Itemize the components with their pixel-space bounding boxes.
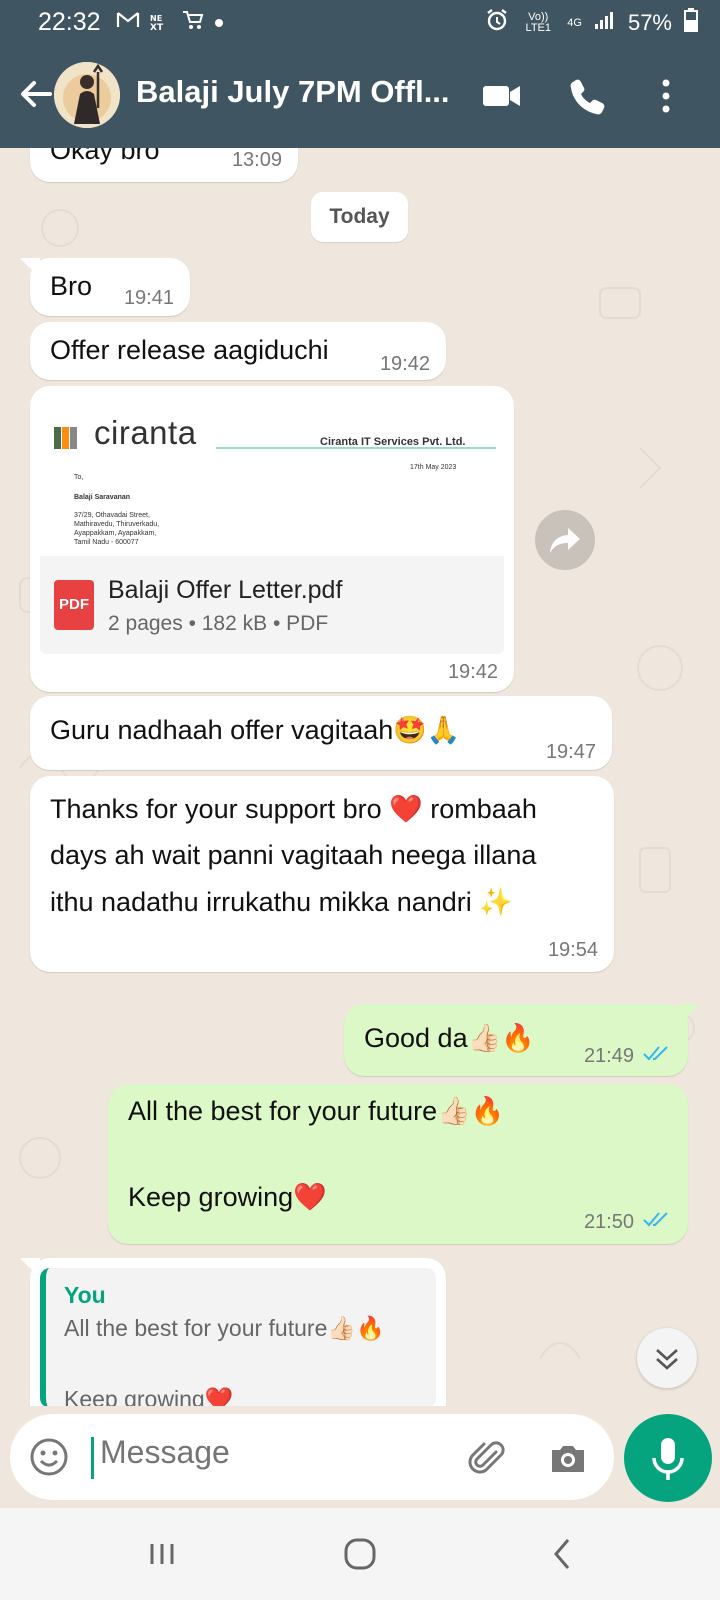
- chat-title[interactable]: Balaji July 7PM Offl...: [136, 74, 468, 110]
- message-time: 19:41: [123, 287, 174, 309]
- message-time: 19:42: [379, 353, 430, 375]
- chat-area[interactable]: Okay bro 13:09 Today Bro 19:41 Offer rel…: [0, 148, 720, 1406]
- message-text: Okay bro: [50, 148, 160, 165]
- message-time: 19:47: [545, 741, 596, 763]
- company-logo: ciranta: [94, 414, 197, 451]
- quoted-message[interactable]: You All the best for your future👍🏻🔥 Keep…: [40, 1268, 436, 1406]
- message-bubble-incoming[interactable]: Okay bro 13:09: [30, 148, 298, 182]
- avatar[interactable]: [54, 62, 120, 128]
- message-text: Good da👍🏻🔥: [364, 1023, 535, 1053]
- letter-recipient: Balaji Saravanan: [74, 494, 131, 501]
- letter-address-line: Ayappakkam, Ayapakkam,: [74, 530, 157, 537]
- message-text: Bro: [50, 271, 93, 301]
- message-bubble-outgoing[interactable]: All the best for your future👍🏻🔥 Keep gro…: [108, 1084, 688, 1244]
- message-time: 19:42: [447, 661, 498, 683]
- quoted-text: All the best for your future👍🏻🔥 Keep gro…: [64, 1315, 385, 1406]
- battery-icon: [684, 8, 698, 38]
- message-composer[interactable]: [10, 1414, 614, 1500]
- message-bubble-outgoing[interactable]: Good da👍🏻🔥 21:49: [344, 1004, 700, 1076]
- message-text: Guru nadhaah offer vagitaah🤩🙏: [50, 715, 461, 745]
- message-text: Offer release aagiduchi: [50, 335, 329, 365]
- message-text: All the best for your future👍🏻🔥 Keep gro…: [128, 1096, 505, 1213]
- attachment-icon[interactable]: [466, 1436, 510, 1480]
- text-cursor: [91, 1437, 94, 1479]
- scroll-to-bottom-icon[interactable]: [637, 1328, 697, 1388]
- battery-level: 57%: [627, 10, 672, 35]
- company-name: Ciranta IT Services Pvt. Ltd.: [320, 436, 466, 448]
- document-preview[interactable]: ciranta Ciranta IT Services Pvt. Ltd. 17…: [40, 396, 504, 556]
- news-icon: NE XT: [150, 13, 172, 33]
- volte-indicator: Vo)) LTE1: [525, 11, 551, 34]
- status-time: 22:32: [38, 8, 101, 36]
- message-time: 21:49: [583, 1044, 634, 1067]
- phone-icon[interactable]: [566, 74, 610, 118]
- message-input[interactable]: [100, 1434, 440, 1471]
- svg-text:NE: NE: [150, 14, 162, 23]
- read-receipt-icon: [642, 1210, 672, 1234]
- gmail-icon: [116, 11, 140, 35]
- cart-icon: [182, 10, 204, 36]
- camera-icon[interactable]: [546, 1436, 590, 1480]
- message-bubble-incoming-reply[interactable]: You All the best for your future👍🏻🔥 Keep…: [20, 1258, 446, 1406]
- document-message[interactable]: ciranta Ciranta IT Services Pvt. Ltd. 17…: [30, 386, 514, 692]
- document-file-row[interactable]: PDF Balaji Offer Letter.pdf 2 pages • 18…: [40, 556, 504, 654]
- signal-icon: [594, 10, 616, 36]
- letter-date: 17th May 2023: [410, 464, 457, 471]
- message-bubble-incoming[interactable]: Bro 19:41: [20, 258, 190, 316]
- voice-message-button[interactable]: [624, 1414, 712, 1502]
- message-bubble-incoming[interactable]: Guru nadhaah offer vagitaah🤩🙏 19:47: [30, 696, 612, 770]
- status-bar: 22:32 NE XT Vo)) LTE1 4G 57%: [0, 0, 720, 44]
- quoted-sender: You: [64, 1282, 106, 1308]
- system-nav-bar: [0, 1508, 720, 1600]
- letter-address-line: Mathiravedu, Thiruverkadu,: [74, 521, 160, 528]
- letter-address-line: Tamil Nadu - 600077: [74, 539, 139, 546]
- video-call-icon[interactable]: [480, 74, 524, 118]
- document-file-info: 2 pages • 182 kB • PDF: [108, 612, 329, 635]
- recent-apps-icon[interactable]: [138, 1530, 186, 1578]
- back-arrow-icon[interactable]: [16, 74, 56, 114]
- message-time: 19:54: [547, 939, 598, 961]
- letter-to: To,: [74, 474, 84, 481]
- document-file-name: Balaji Offer Letter.pdf: [108, 576, 343, 604]
- more-options-icon[interactable]: [644, 74, 688, 118]
- message-bubble-incoming[interactable]: Thanks for your support bro ❤️ rombaah d…: [30, 776, 614, 972]
- letter-address-line: 37/29, Othavadai Street,: [74, 512, 150, 519]
- network-type: 4G: [567, 16, 582, 29]
- message-time: 13:09: [231, 149, 282, 171]
- microphone-icon: [652, 1438, 684, 1480]
- emoji-icon[interactable]: [28, 1436, 70, 1478]
- svg-text:XT: XT: [150, 23, 164, 31]
- forward-icon[interactable]: [535, 510, 595, 570]
- alarm-icon: [485, 8, 509, 38]
- pdf-file-icon: PDF: [54, 580, 94, 630]
- dot-icon: [214, 12, 224, 34]
- message-text: Thanks for your support bro ❤️ rombaah d…: [50, 794, 537, 917]
- date-chip: Today: [311, 192, 408, 242]
- message-bubble-incoming[interactable]: Offer release aagiduchi 19:42: [30, 322, 446, 380]
- home-icon[interactable]: [336, 1530, 384, 1578]
- chat-header: Balaji July 7PM Offl...: [0, 44, 720, 148]
- nav-back-icon[interactable]: [540, 1530, 588, 1578]
- read-receipt-icon: [642, 1044, 672, 1068]
- message-time: 21:50: [583, 1210, 634, 1233]
